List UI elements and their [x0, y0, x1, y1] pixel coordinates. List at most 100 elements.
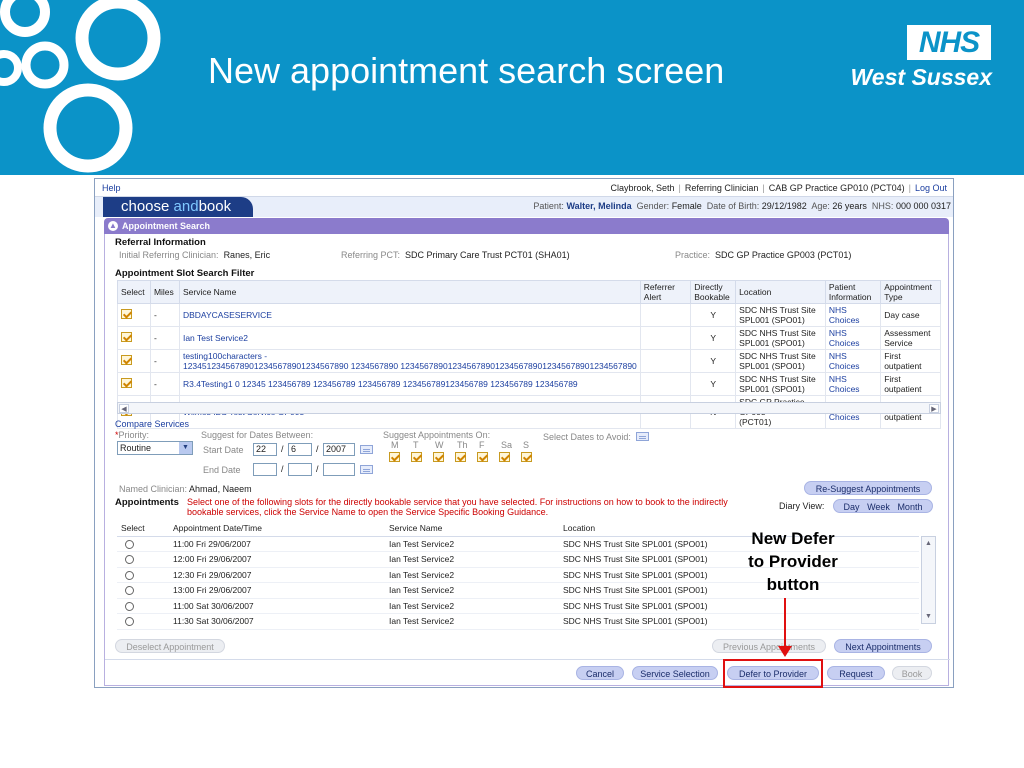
- slide: New appointment search screen NHS West S…: [0, 0, 1024, 768]
- end-date-label: End Date: [203, 465, 241, 475]
- view-month-button[interactable]: Month: [897, 502, 922, 512]
- end-year-input[interactable]: [323, 463, 355, 476]
- select-radio[interactable]: [125, 601, 134, 611]
- top-bar: Help Claybrook, Seth | Referring Clinician…: [95, 179, 953, 197]
- appointment-type-cell: Assessment Service: [880, 326, 941, 350]
- slide-banner: New appointment search screen NHS West S…: [0, 0, 1024, 175]
- end-month-input[interactable]: [288, 463, 312, 476]
- collapse-icon[interactable]: ▲: [108, 221, 118, 231]
- datetime-cell: 12:00 Fri 29/06/2007: [169, 551, 385, 568]
- datetime-cell: 11:30 Sat 30/06/2007: [169, 613, 385, 630]
- select-radio[interactable]: [125, 586, 134, 596]
- scroll-down-icon[interactable]: ▼: [923, 611, 934, 622]
- next-appointments-button[interactable]: Next Appointments: [834, 639, 932, 653]
- service-cell: Ian Test Service2: [385, 613, 559, 630]
- view-day-button[interactable]: Day: [844, 502, 860, 512]
- vertical-scrollbar[interactable]: ▲ ▼: [921, 536, 936, 624]
- select-checkbox[interactable]: [121, 378, 132, 388]
- select-radio[interactable]: [125, 617, 134, 627]
- col-appointment-type: Appointment Type: [880, 280, 941, 304]
- resuggest-button[interactable]: Re-Suggest Appointments: [804, 481, 932, 495]
- nhs-logo: NHS: [907, 25, 991, 60]
- service-name-cell[interactable]: DBDAYCASESERVICE: [178, 303, 641, 327]
- datetime-cell: 11:00 Sat 30/06/2007: [169, 598, 385, 614]
- priority-label: *Priority:: [115, 430, 150, 440]
- calendar-icon[interactable]: [360, 445, 373, 454]
- start-month-input[interactable]: 6: [288, 443, 312, 456]
- weekday-checkbox[interactable]: [499, 452, 510, 462]
- nhs-choices-link[interactable]: NHS Choices: [824, 372, 882, 396]
- location-cell: SDC NHS Trust Site SPL001 (SPO01): [735, 326, 826, 350]
- start-date-label: Start Date: [203, 445, 244, 455]
- referrer-alert-cell: [639, 303, 692, 327]
- appointment-search-header[interactable]: ▲ Appointment Search: [104, 218, 949, 234]
- deselect-appointment-button[interactable]: Deselect Appointment: [115, 639, 225, 653]
- location-cell: SDC NHS Trust Site SPL001 (SPO01): [735, 349, 826, 373]
- initial-clinician: Initial Referring Clinician: Ranes, Eric: [119, 250, 271, 260]
- horizontal-scrollbar[interactable]: ◀ ▶: [117, 402, 941, 414]
- calendar-icon[interactable]: [360, 465, 373, 474]
- help-link[interactable]: Help: [102, 183, 121, 193]
- select-checkbox[interactable]: [121, 332, 132, 342]
- slot-row: - testing100characters -12345123456789012…: [117, 349, 941, 373]
- col-service: Service Name: [385, 520, 559, 537]
- avoid-dates-label: Select Dates to Avoid:: [543, 432, 631, 442]
- select-radio[interactable]: [125, 539, 134, 549]
- named-clinician: Named Clinician: Ahmad, Naeem: [119, 484, 252, 494]
- col-select: Select: [117, 520, 169, 537]
- calendar-icon[interactable]: [636, 432, 649, 441]
- weekday-label: M: [391, 440, 399, 450]
- user-name: Claybrook, Seth: [610, 183, 675, 193]
- request-button[interactable]: Request: [827, 666, 885, 680]
- chevron-down-icon: ▼: [179, 442, 192, 454]
- select-checkbox[interactable]: [121, 355, 132, 365]
- patient-nhs-number: 000 000 0317: [895, 201, 951, 211]
- col-select: Select: [117, 280, 151, 304]
- start-day-input[interactable]: 22: [253, 443, 277, 456]
- service-selection-button[interactable]: Service Selection: [632, 666, 718, 680]
- service-name-cell[interactable]: testing100characters -123451234567890123…: [178, 349, 641, 373]
- choose-and-book-logo: choose andbook: [103, 197, 253, 217]
- patient-name: Walter, Melinda: [566, 201, 632, 211]
- weekday-checkbox[interactable]: [433, 452, 444, 462]
- bookable-cell: Y: [690, 303, 737, 327]
- scroll-up-icon[interactable]: ▲: [923, 538, 934, 549]
- end-day-input[interactable]: [253, 463, 277, 476]
- weekday-checkbox[interactable]: [521, 452, 532, 462]
- weekday-checkbox[interactable]: [455, 452, 466, 462]
- service-name-cell[interactable]: Ian Test Service2: [178, 326, 641, 350]
- weekday-checkbox[interactable]: [389, 452, 400, 462]
- scroll-left-icon[interactable]: ◀: [119, 404, 129, 413]
- weekday-checkbox[interactable]: [477, 452, 488, 462]
- weekday-label: Th: [457, 440, 468, 450]
- weekday-label: W: [435, 440, 444, 450]
- select-radio[interactable]: [125, 555, 134, 565]
- col-location: Location: [735, 280, 826, 304]
- nhs-choices-link[interactable]: NHS Choices: [824, 349, 882, 373]
- service-name-cell[interactable]: R3.4Testing1 0 12345 123456789 123456789…: [178, 372, 641, 396]
- nhs-choices-link[interactable]: NHS Choices: [824, 326, 882, 350]
- select-checkbox[interactable]: [121, 309, 132, 319]
- slot-filter-title: Appointment Slot Search Filter: [115, 268, 255, 279]
- slide-title: New appointment search screen: [208, 50, 725, 91]
- bookable-cell: Y: [690, 372, 737, 396]
- appointments-instructions-1: Select one of the following slots for th…: [187, 497, 728, 507]
- weekday-checkbox[interactable]: [411, 452, 422, 462]
- select-radio[interactable]: [125, 570, 134, 580]
- start-year-input[interactable]: 2007: [323, 443, 355, 456]
- datetime-cell: 13:00 Fri 29/06/2007: [169, 582, 385, 599]
- compare-services-link[interactable]: Compare Services: [115, 419, 189, 429]
- view-week-button[interactable]: Week: [867, 502, 890, 512]
- weekday-label: S: [523, 440, 530, 450]
- appointment-type-cell: Day case: [880, 303, 941, 327]
- priority-select[interactable]: Routine ▼: [117, 441, 193, 455]
- logout-link[interactable]: Log Out: [915, 183, 947, 193]
- nhs-choices-link[interactable]: NHS Choices: [824, 303, 882, 327]
- scroll-right-icon[interactable]: ▶: [929, 404, 939, 413]
- user-role: Referring Clinician: [684, 183, 759, 193]
- previous-appointments-button[interactable]: Previous Appointments: [712, 639, 826, 653]
- col-directly-bookable: Directly Bookable: [690, 280, 737, 304]
- service-cell: Ian Test Service2: [385, 551, 559, 568]
- book-button[interactable]: Book: [892, 666, 932, 680]
- cancel-button[interactable]: Cancel: [576, 666, 624, 680]
